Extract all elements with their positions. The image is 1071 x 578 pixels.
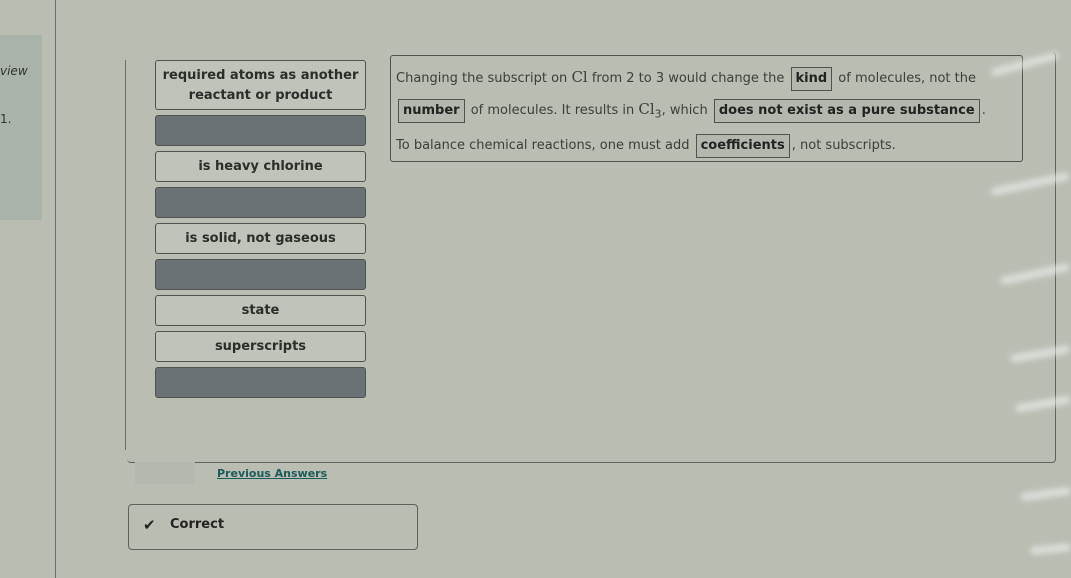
blank-number[interactable]: number [398, 99, 465, 123]
choice-slot-empty [155, 115, 366, 146]
part-marker: 1. [0, 112, 12, 126]
left-navigation-rail [0, 35, 42, 220]
review-link[interactable]: view [0, 64, 28, 78]
blank-coefficients[interactable]: coefficients [695, 133, 790, 158]
checkmark-icon: ✔ [143, 516, 156, 534]
submit-button[interactable]: Submit [135, 462, 195, 484]
choice-state[interactable]: state [155, 295, 366, 326]
fill-in-sentence: Changing the subscript on Cl from 2 to 3… [390, 55, 1023, 162]
divider [125, 60, 126, 450]
sentence-text: Changing the subscript on [396, 71, 572, 86]
choice-slot-empty [155, 187, 366, 218]
choice-slot-empty [155, 259, 366, 290]
choice-required-atoms[interactable]: required atoms as another reactant or pr… [155, 60, 366, 110]
chem-formula: Cl [638, 100, 655, 118]
sentence-text: from 2 to 3 would change the [587, 71, 789, 86]
feedback-text: Correct [170, 517, 225, 532]
chem-subscript: 3 [654, 107, 662, 121]
feedback-box: ✔ Correct [128, 504, 418, 550]
screen-glare [1029, 542, 1071, 556]
choice-heavy-chlorine[interactable]: is heavy chlorine [155, 151, 366, 182]
previous-answers-link[interactable]: Previous Answers [217, 467, 327, 480]
screen-glare [1019, 486, 1071, 502]
chem-formula: Cl [571, 68, 588, 86]
sentence-text: of molecules, not the [834, 71, 976, 86]
sentence-text: . [981, 103, 986, 118]
sentence-text: , not subscripts. [791, 137, 896, 153]
divider [55, 0, 56, 578]
sentence-text: of molecules. It results in [466, 103, 639, 118]
sentence-text: To balance chemical reactions, one must … [396, 137, 694, 153]
choice-slot-empty [155, 367, 366, 398]
choice-solid-not-gaseous[interactable]: is solid, not gaseous [155, 223, 366, 254]
answer-choices: required atoms as another reactant or pr… [155, 60, 367, 403]
choice-superscripts[interactable]: superscripts [155, 331, 366, 362]
blank-pure-substance[interactable]: does not exist as a pure substance [713, 99, 980, 123]
blank-kind[interactable]: kind [790, 67, 833, 91]
sentence-text: , which [661, 103, 712, 118]
